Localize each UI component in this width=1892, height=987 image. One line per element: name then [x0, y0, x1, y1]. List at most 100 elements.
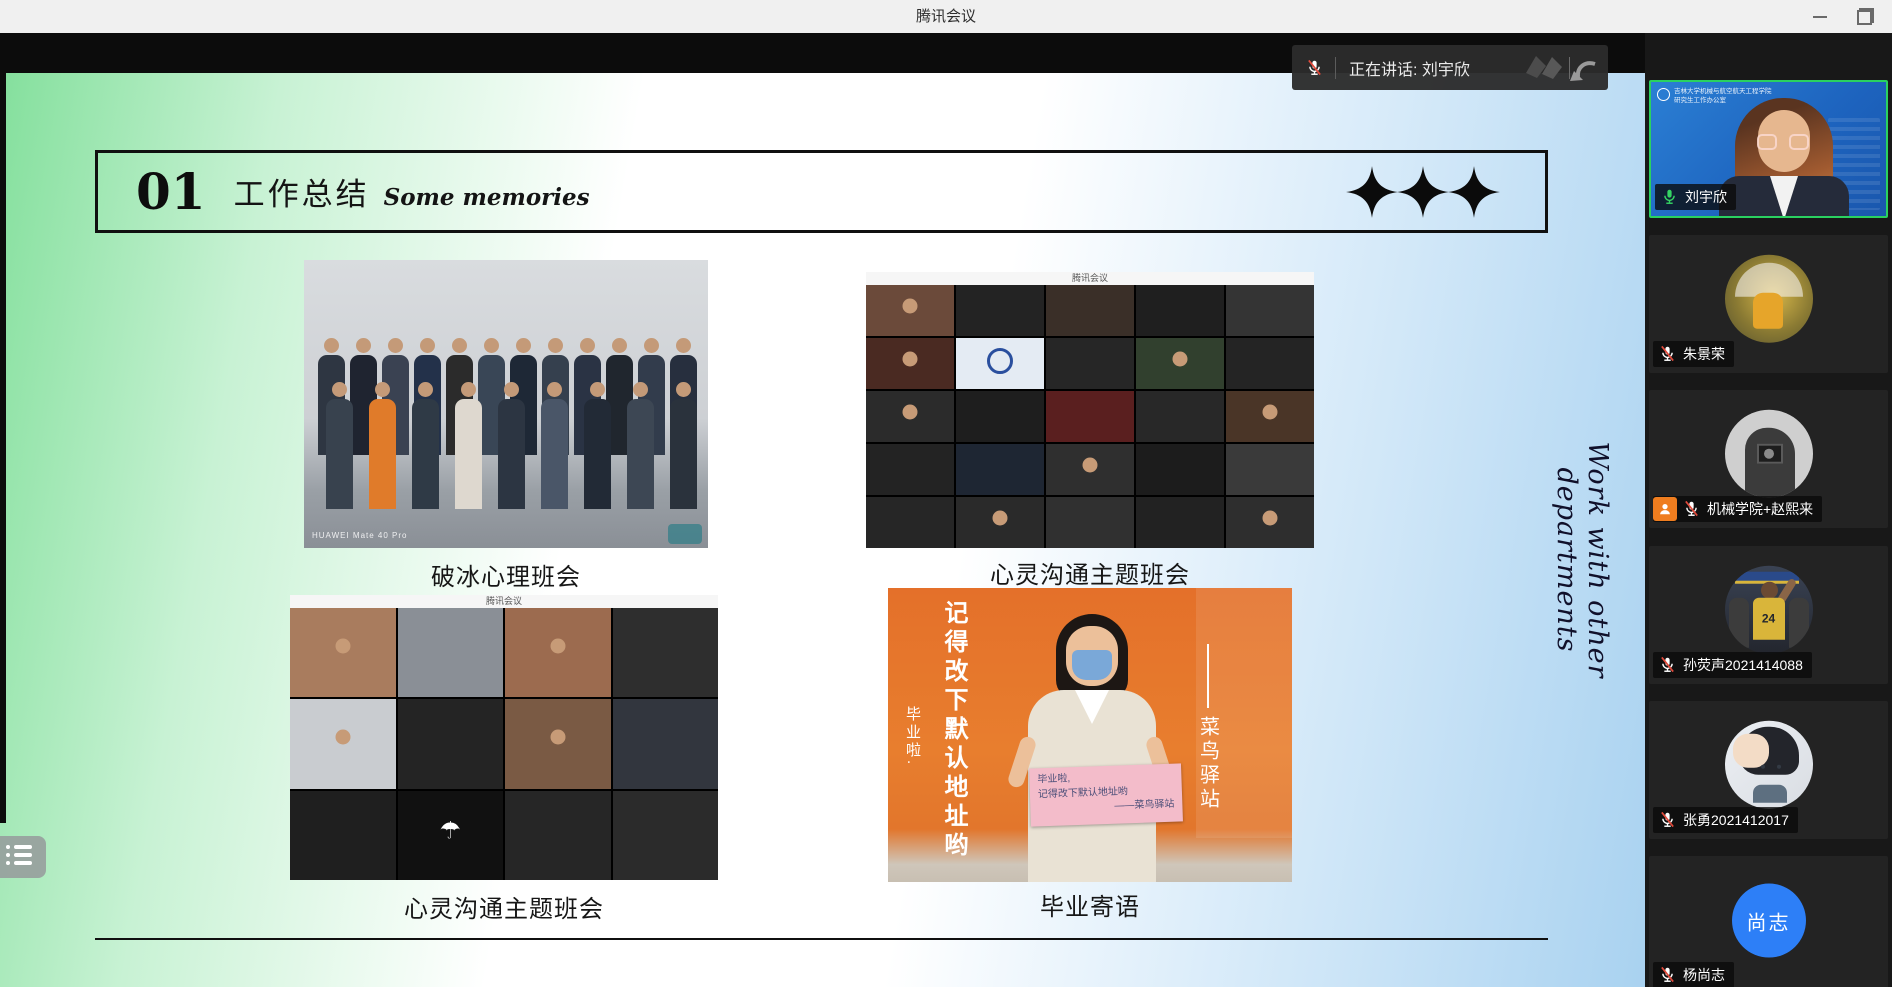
- participants-sidebar: 吉林大学机械与航空航天工程学院 研究生工作办公室 刘宇欣 朱景荣: [1645, 33, 1892, 987]
- face-dot: [993, 511, 1008, 526]
- screenshot-titlebar: 腾讯会议: [290, 595, 718, 608]
- participant-name-label: 机械学院+赵熙来: [1653, 496, 1822, 522]
- video-grid-cell: [1046, 444, 1134, 495]
- video-grid-cell: [290, 699, 396, 788]
- poster-text-large: 记得改下默认地址哟: [936, 600, 971, 861]
- sparkle-icon: [1345, 165, 1399, 219]
- participant-tile-yangshangzhi[interactable]: 尚志 杨尚志: [1649, 856, 1888, 987]
- avatar: 24: [1725, 566, 1813, 654]
- video-grid-cell: [1046, 497, 1134, 548]
- raincoat-figure: [1753, 293, 1783, 329]
- video-grid-cell: [866, 285, 954, 336]
- video-grid-cell: [956, 391, 1044, 442]
- video-grid-cell: [505, 699, 611, 788]
- caption-icebreaker: 破冰心理班会: [304, 557, 708, 592]
- participant-tile-zhujingrong[interactable]: 朱景荣: [1649, 235, 1888, 373]
- list-panel-toggle[interactable]: [0, 836, 46, 878]
- poster-text-right: 菜鸟驿站: [1194, 716, 1223, 812]
- face-mask: [1072, 650, 1112, 680]
- mic-muted-icon: [1659, 966, 1677, 984]
- video-grid-cell: [956, 444, 1044, 495]
- photo-watermark: HUAWEI Mate 40 Pro: [312, 531, 408, 540]
- window-titlebar: 腾讯会议: [0, 0, 1892, 33]
- university-logo-icon: [1657, 88, 1670, 101]
- mic-muted-icon: [1659, 345, 1677, 363]
- avatar: [1725, 721, 1813, 809]
- anime-eye: [1761, 765, 1765, 769]
- face-dot: [903, 299, 918, 314]
- participant-name: 机械学院+赵熙来: [1707, 499, 1813, 519]
- minimize-icon[interactable]: [1813, 16, 1827, 18]
- mic-on-icon: [1661, 188, 1679, 206]
- photo-meeting-grid-bottom: 腾讯会议 ☂: [290, 595, 718, 880]
- photo-meeting-grid-top: 腾讯会议: [866, 272, 1314, 548]
- avatar-initials: 尚志: [1732, 884, 1806, 958]
- player-head: [1761, 582, 1778, 599]
- group-photo-person: [453, 382, 483, 509]
- video-grid-cell: [1136, 391, 1224, 442]
- shared-screen: 01 工作总结 Some memories HUAWEI Mate 40 Pro…: [0, 33, 1645, 987]
- jersey-number: 24: [1753, 598, 1785, 640]
- video-grid-cell: [398, 699, 504, 788]
- restore-icon[interactable]: [1857, 8, 1874, 25]
- anime-collar: [1753, 785, 1787, 803]
- face-dot: [550, 729, 565, 744]
- video-grid-cell: [866, 391, 954, 442]
- group-photo-person: [582, 382, 612, 509]
- video-watermark-logo: 吉林大学机械与航空航天工程学院 研究生工作办公室: [1657, 88, 1772, 106]
- group-photo-person: [539, 382, 569, 509]
- speaker-body: [1719, 176, 1849, 218]
- video-grid-cell: [1136, 338, 1224, 389]
- video-grid-cell: [613, 791, 719, 880]
- video-grid-cell: [505, 608, 611, 697]
- host-badge-icon: [1653, 497, 1677, 521]
- mic-muted-icon: [1659, 656, 1677, 674]
- slide-section-number: 01: [136, 162, 206, 221]
- glasses-icon: [1757, 134, 1777, 150]
- face-dot: [1173, 352, 1188, 367]
- mic-muted-icon: [1683, 500, 1701, 518]
- face-dot: [1263, 511, 1278, 526]
- annotation-tools[interactable]: [1524, 53, 1598, 83]
- watermark-line: 吉林大学机械与航空航天工程学院: [1674, 88, 1772, 95]
- participant-tile-jixiexueyuan[interactable]: 机械学院+赵熙来: [1649, 390, 1888, 528]
- participant-tile-sunyingsheng[interactable]: 24 孙荧声2021414088: [1649, 546, 1888, 684]
- participant-tile-liuyuxin[interactable]: 吉林大学机械与航空航天工程学院 研究生工作办公室 刘宇欣: [1649, 80, 1888, 218]
- watermark-line: 研究生工作办公室: [1674, 97, 1726, 104]
- participant-name: 张勇2021412017: [1683, 810, 1789, 830]
- face-dot: [335, 638, 350, 653]
- face-dot: [1263, 405, 1278, 420]
- participant-name-label: 杨尚志: [1653, 962, 1734, 987]
- speaking-text: 正在讲话: 刘宇欣: [1349, 56, 1470, 80]
- crowd-figure: [1729, 598, 1749, 648]
- slide-bottom-rule: [95, 938, 1548, 940]
- caption-meeting-top: 心灵沟通主题班会: [866, 555, 1314, 590]
- video-grid-cell: [1226, 497, 1314, 548]
- avatar: [1725, 410, 1813, 498]
- participant-name: 朱景荣: [1683, 344, 1725, 364]
- video-grid-cell: [956, 285, 1044, 336]
- video-grid-cell: [1136, 444, 1224, 495]
- video-grid-cell: [956, 497, 1044, 548]
- video-grid-cell: [1046, 338, 1134, 389]
- face-dot: [1083, 458, 1098, 473]
- umbrella-logo-icon: ☂: [439, 816, 461, 845]
- mic-muted-icon: [1306, 59, 1324, 77]
- video-grid-cell: [613, 699, 719, 788]
- poster-text-small: 毕业啦.: [902, 706, 923, 767]
- video-grid-cell: [1226, 444, 1314, 495]
- video-grid-cell: ☂: [398, 791, 504, 880]
- sign-line: ——菜鸟驿站: [1038, 798, 1174, 817]
- avatar: [1725, 255, 1813, 343]
- group-photo-person: [410, 382, 440, 509]
- speaking-banner: 正在讲话: 刘宇欣: [1292, 45, 1608, 90]
- participant-tile-zhangyong[interactable]: 张勇2021412017: [1649, 701, 1888, 839]
- participant-name-label: 孙荧声2021414088: [1653, 652, 1812, 678]
- video-grid-cell: [1046, 285, 1134, 336]
- participant-name-label: 刘宇欣: [1655, 184, 1736, 210]
- slide-title: 工作总结: [234, 169, 370, 214]
- video-grid-cell: [956, 338, 1044, 389]
- university-emblem-icon: [987, 348, 1013, 374]
- sparkle-stars: [1348, 165, 1501, 219]
- participant-name-label: 朱景荣: [1653, 341, 1734, 367]
